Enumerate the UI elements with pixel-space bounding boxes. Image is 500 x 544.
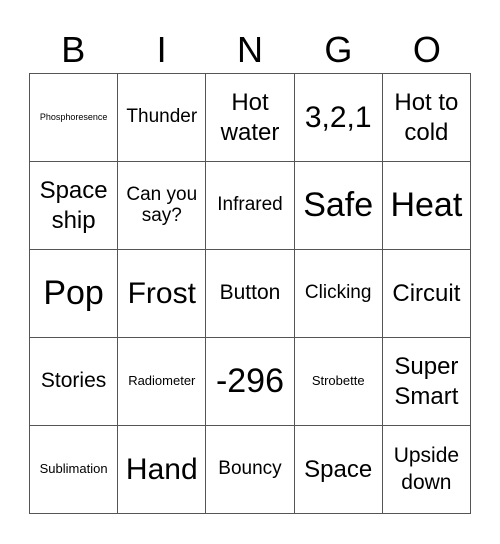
- bingo-cell[interactable]: Strobette: [294, 338, 383, 426]
- bingo-cell[interactable]: Space: [294, 426, 383, 514]
- bingo-cell[interactable]: Frost: [118, 250, 207, 338]
- bingo-cell[interactable]: Stories: [30, 338, 119, 426]
- bingo-cell[interactable]: Can you say?: [118, 162, 207, 250]
- bingo-header: B I N G O: [29, 28, 471, 72]
- bingo-cell[interactable]: Space ship: [30, 162, 119, 250]
- bingo-cell[interactable]: Pop: [30, 250, 119, 338]
- bingo-cell[interactable]: 3,2,1: [294, 74, 383, 162]
- bingo-grid: Phosphoresence Thunder Hot water 3,2,1 Hot t…: [29, 73, 471, 514]
- bingo-cell[interactable]: Heat: [382, 162, 471, 250]
- bingo-cell[interactable]: Bouncy: [206, 426, 295, 514]
- bingo-cell[interactable]: Upside down: [382, 426, 471, 514]
- bingo-cell[interactable]: -296: [206, 338, 295, 426]
- bingo-cell[interactable]: Hot to cold: [382, 74, 471, 162]
- bingo-cell[interactable]: Circuit: [382, 250, 471, 338]
- bingo-cell[interactable]: Button: [206, 250, 295, 338]
- bingo-cell[interactable]: Thunder: [118, 74, 207, 162]
- bingo-cell[interactable]: Hot water: [206, 74, 295, 162]
- bingo-cell[interactable]: Infrared: [206, 162, 295, 250]
- header-letter-g: G: [324, 29, 353, 70]
- header-letter-n: N: [237, 29, 264, 70]
- bingo-cell[interactable]: Radiometer: [118, 338, 207, 426]
- bingo-cell[interactable]: Super Smart: [382, 338, 471, 426]
- bingo-cell[interactable]: Phosphoresence: [30, 74, 119, 162]
- header-letter-o: O: [412, 29, 441, 70]
- bingo-cell[interactable]: Safe: [294, 162, 383, 250]
- bingo-cell[interactable]: Clicking: [294, 250, 383, 338]
- bingo-cell[interactable]: Sublimation: [30, 426, 119, 514]
- bingo-cell[interactable]: Hand: [118, 426, 207, 514]
- header-letter-i: I: [156, 29, 167, 70]
- header-letter-b: B: [61, 29, 86, 70]
